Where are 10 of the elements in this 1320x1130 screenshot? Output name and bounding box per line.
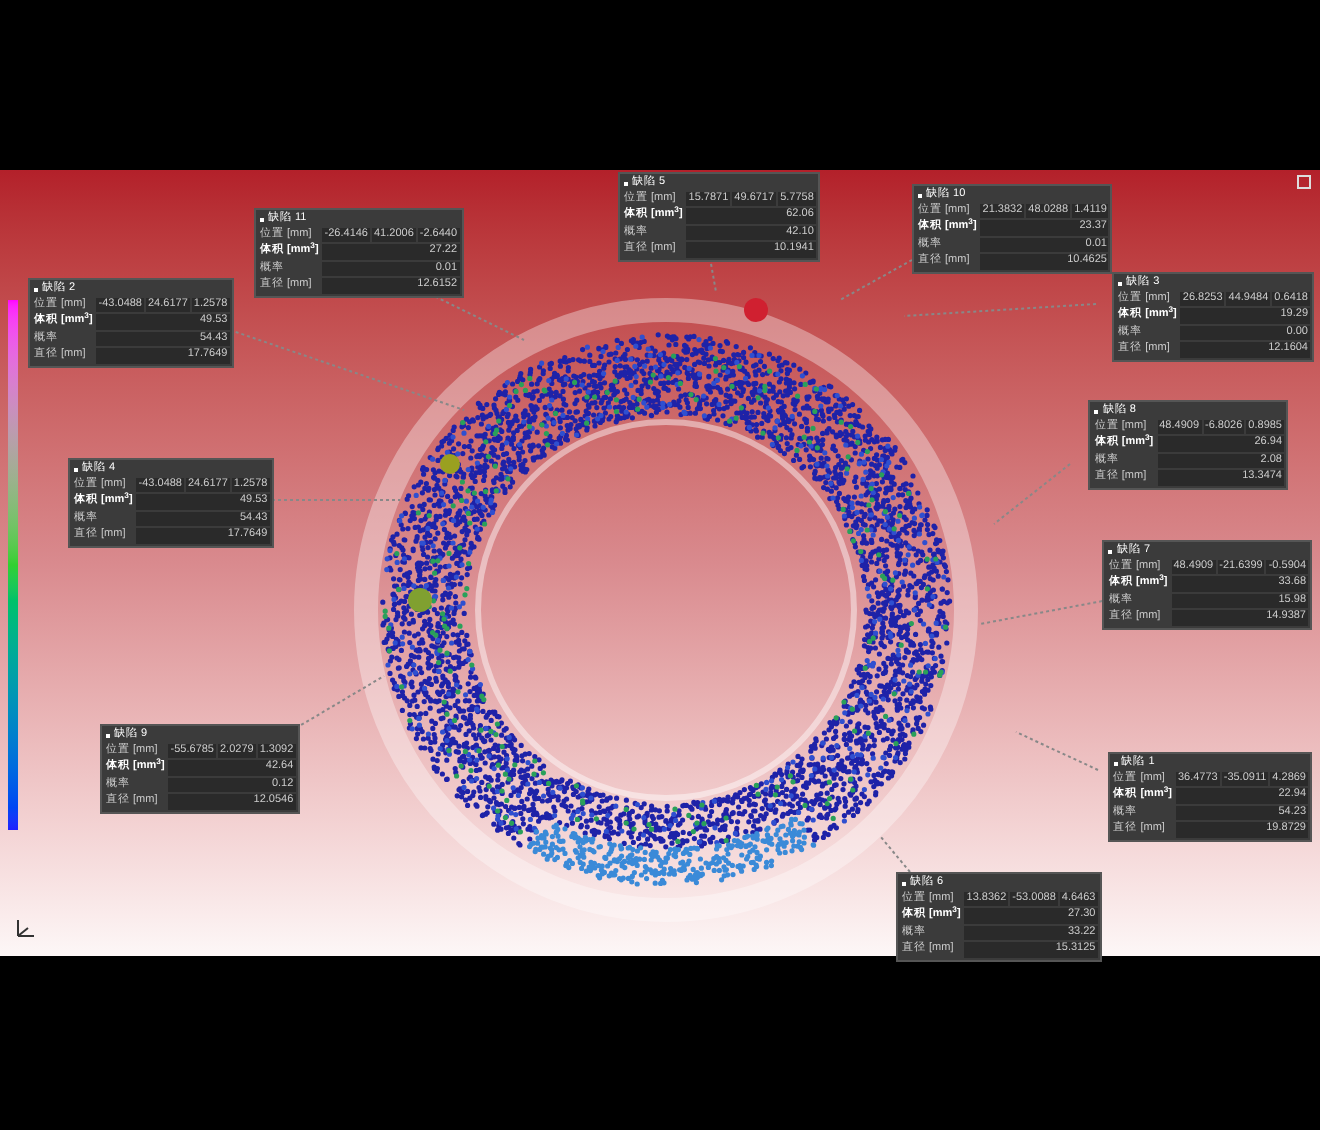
- square-icon: [1113, 761, 1118, 766]
- view-icon: [1296, 174, 1312, 190]
- leader-line: [1014, 730, 1100, 772]
- square-icon: [1118, 281, 1123, 286]
- leader-line: [878, 834, 912, 874]
- axis-icon: [12, 914, 40, 942]
- square-icon: [1108, 549, 1113, 554]
- square-icon: [1094, 409, 1099, 414]
- leader-line: [270, 498, 402, 502]
- leader-line: [992, 462, 1072, 526]
